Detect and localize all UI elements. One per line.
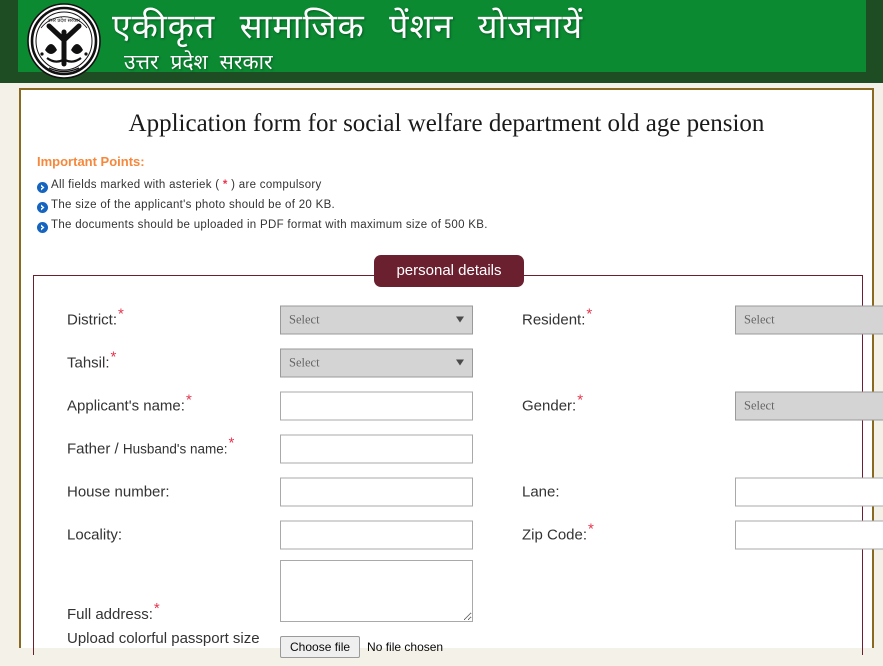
personal-details-fieldset: personal details District:* Select Resid… <box>33 255 883 658</box>
form-row-full-address: Full address:* <box>34 556 864 626</box>
district-select-wrap: Select <box>280 305 473 334</box>
header-subtitle: उत्तर प्रदेश सरकार <box>124 51 273 74</box>
label-zip-code: Zip Code:* <box>522 520 594 543</box>
house-number-input[interactable] <box>280 477 473 506</box>
label-house-number: House number: <box>67 483 170 500</box>
required-asterisk: * <box>185 391 192 408</box>
required-asterisk: * <box>588 520 594 537</box>
gender-select[interactable]: Select <box>735 391 883 420</box>
fieldset-legend-wrap: personal details <box>34 255 864 287</box>
tahsil-select-wrap: Select <box>280 348 473 377</box>
arrow-bullet-icon <box>37 220 48 233</box>
district-select[interactable]: Select <box>280 305 473 334</box>
field-father-husband-spacer <box>489 427 864 470</box>
required-asterisk: * <box>228 434 235 451</box>
list-item: All fields marked with asteriek ( * ) ar… <box>37 179 872 193</box>
label-applicant-name: Applicant's name:* <box>67 391 192 414</box>
applicant-name-wrap <box>280 391 473 420</box>
choose-file-button[interactable]: Choose file <box>280 636 361 658</box>
file-status-text: No file chosen <box>367 640 444 654</box>
field-full-address: Full address:* <box>34 556 479 626</box>
important-point-text-1: All fields marked with asteriek ( * ) ar… <box>51 179 322 191</box>
label-lane: Lane: <box>522 483 560 500</box>
form-row-name-gender: Applicant's name:* Gender:* Select <box>34 384 883 427</box>
page-title: Application form for social welfare depa… <box>128 110 765 137</box>
label-resident: Resident:* <box>522 305 593 328</box>
field-locality: Locality: <box>34 513 479 556</box>
field-resident: Resident:* Select <box>489 298 883 341</box>
header-left-strip <box>0 0 18 83</box>
asterisk-marker: * <box>222 179 228 191</box>
important-points-list: All fields marked with asteriek ( * ) ar… <box>37 179 872 233</box>
field-district: District:* Select <box>34 298 479 341</box>
label-locality: Locality: <box>67 526 123 543</box>
resident-select-wrap: Select <box>735 305 883 334</box>
site-header: उत्तर प्रदेश सरकार एकीकृत सामाजिक पेंशन … <box>0 0 883 83</box>
tab-personal-details[interactable]: personal details <box>374 255 524 287</box>
label-photo-upload: Upload colorful passport size <box>67 630 260 647</box>
important-points-heading: Important Points: <box>37 154 145 169</box>
arrow-bullet-icon <box>37 200 48 213</box>
field-gender: Gender:* Select <box>489 384 883 427</box>
form-row-photo-upload: Upload colorful passport size Choose fil… <box>34 626 864 666</box>
required-asterisk: * <box>118 305 124 322</box>
gender-select-wrap: Select <box>735 391 883 420</box>
field-full-address-spacer <box>489 556 864 626</box>
required-asterisk: * <box>153 600 160 617</box>
form-row-house-lane: House number: Lane: <box>34 470 883 513</box>
lane-input[interactable] <box>735 477 883 506</box>
full-address-wrap <box>280 560 473 627</box>
form-row-father-husband: Father / Husband's name:* <box>34 427 864 470</box>
zip-code-input[interactable] <box>735 520 883 549</box>
field-father-husband-name: Father / Husband's name:* <box>34 427 479 470</box>
form-row-locality-zip: Locality: Zip Code:* <box>34 513 883 556</box>
field-tahsil-spacer <box>489 341 864 384</box>
content-panel: Application form for social welfare depa… <box>19 88 883 658</box>
lane-wrap <box>735 477 883 506</box>
svg-text:उत्तर प्रदेश सरकार: उत्तर प्रदेश सरकार <box>48 17 81 24</box>
arrow-bullet-icon <box>37 180 48 193</box>
house-number-wrap <box>280 477 473 506</box>
field-zip-code: Zip Code:* <box>489 513 883 556</box>
label-father-husband-name: Father / Husband's name:* <box>67 434 235 457</box>
form-row-tahsil: Tahsil:* Select <box>34 341 864 384</box>
full-address-textarea[interactable] <box>280 560 473 622</box>
photo-upload-control: Choose file No file chosen <box>280 636 443 658</box>
header-title: एकीकृत सामाजिक पेंशन योजनायें <box>112 8 584 46</box>
important-point-text-2: The size of the applicant's photo should… <box>51 199 336 211</box>
field-house-number: House number: <box>34 470 479 513</box>
label-tahsil: Tahsil:* <box>67 348 117 371</box>
label-full-address: Full address:* <box>67 600 160 623</box>
form-fields: District:* Select Resident:* Select Tahs… <box>34 298 883 666</box>
label-district: District:* <box>67 305 124 328</box>
required-asterisk: * <box>577 391 584 408</box>
field-lane: Lane: <box>489 470 883 513</box>
header-right-strip <box>866 0 883 83</box>
required-asterisk: * <box>110 348 117 365</box>
father-husband-name-wrap <box>280 434 473 463</box>
important-point-text-3: The documents should be uploaded in PDF … <box>51 219 488 231</box>
applicant-name-input[interactable] <box>280 391 473 420</box>
field-tahsil: Tahsil:* Select <box>34 341 479 384</box>
locality-input[interactable] <box>280 520 473 549</box>
father-husband-name-input[interactable] <box>280 434 473 463</box>
form-row-district-resident: District:* Select Resident:* Select <box>34 298 883 341</box>
label-gender: Gender:* <box>522 391 584 414</box>
zip-code-wrap <box>735 520 883 549</box>
list-item: The size of the applicant's photo should… <box>37 199 872 213</box>
uttar-pradesh-government-emblem-icon: उत्तर प्रदेश सरकार <box>25 2 103 80</box>
list-item: The documents should be uploaded in PDF … <box>37 219 872 233</box>
tahsil-select[interactable]: Select <box>280 348 473 377</box>
locality-wrap <box>280 520 473 549</box>
field-applicant-name: Applicant's name:* <box>34 384 479 427</box>
required-asterisk: * <box>586 305 593 322</box>
resident-select[interactable]: Select <box>735 305 883 334</box>
